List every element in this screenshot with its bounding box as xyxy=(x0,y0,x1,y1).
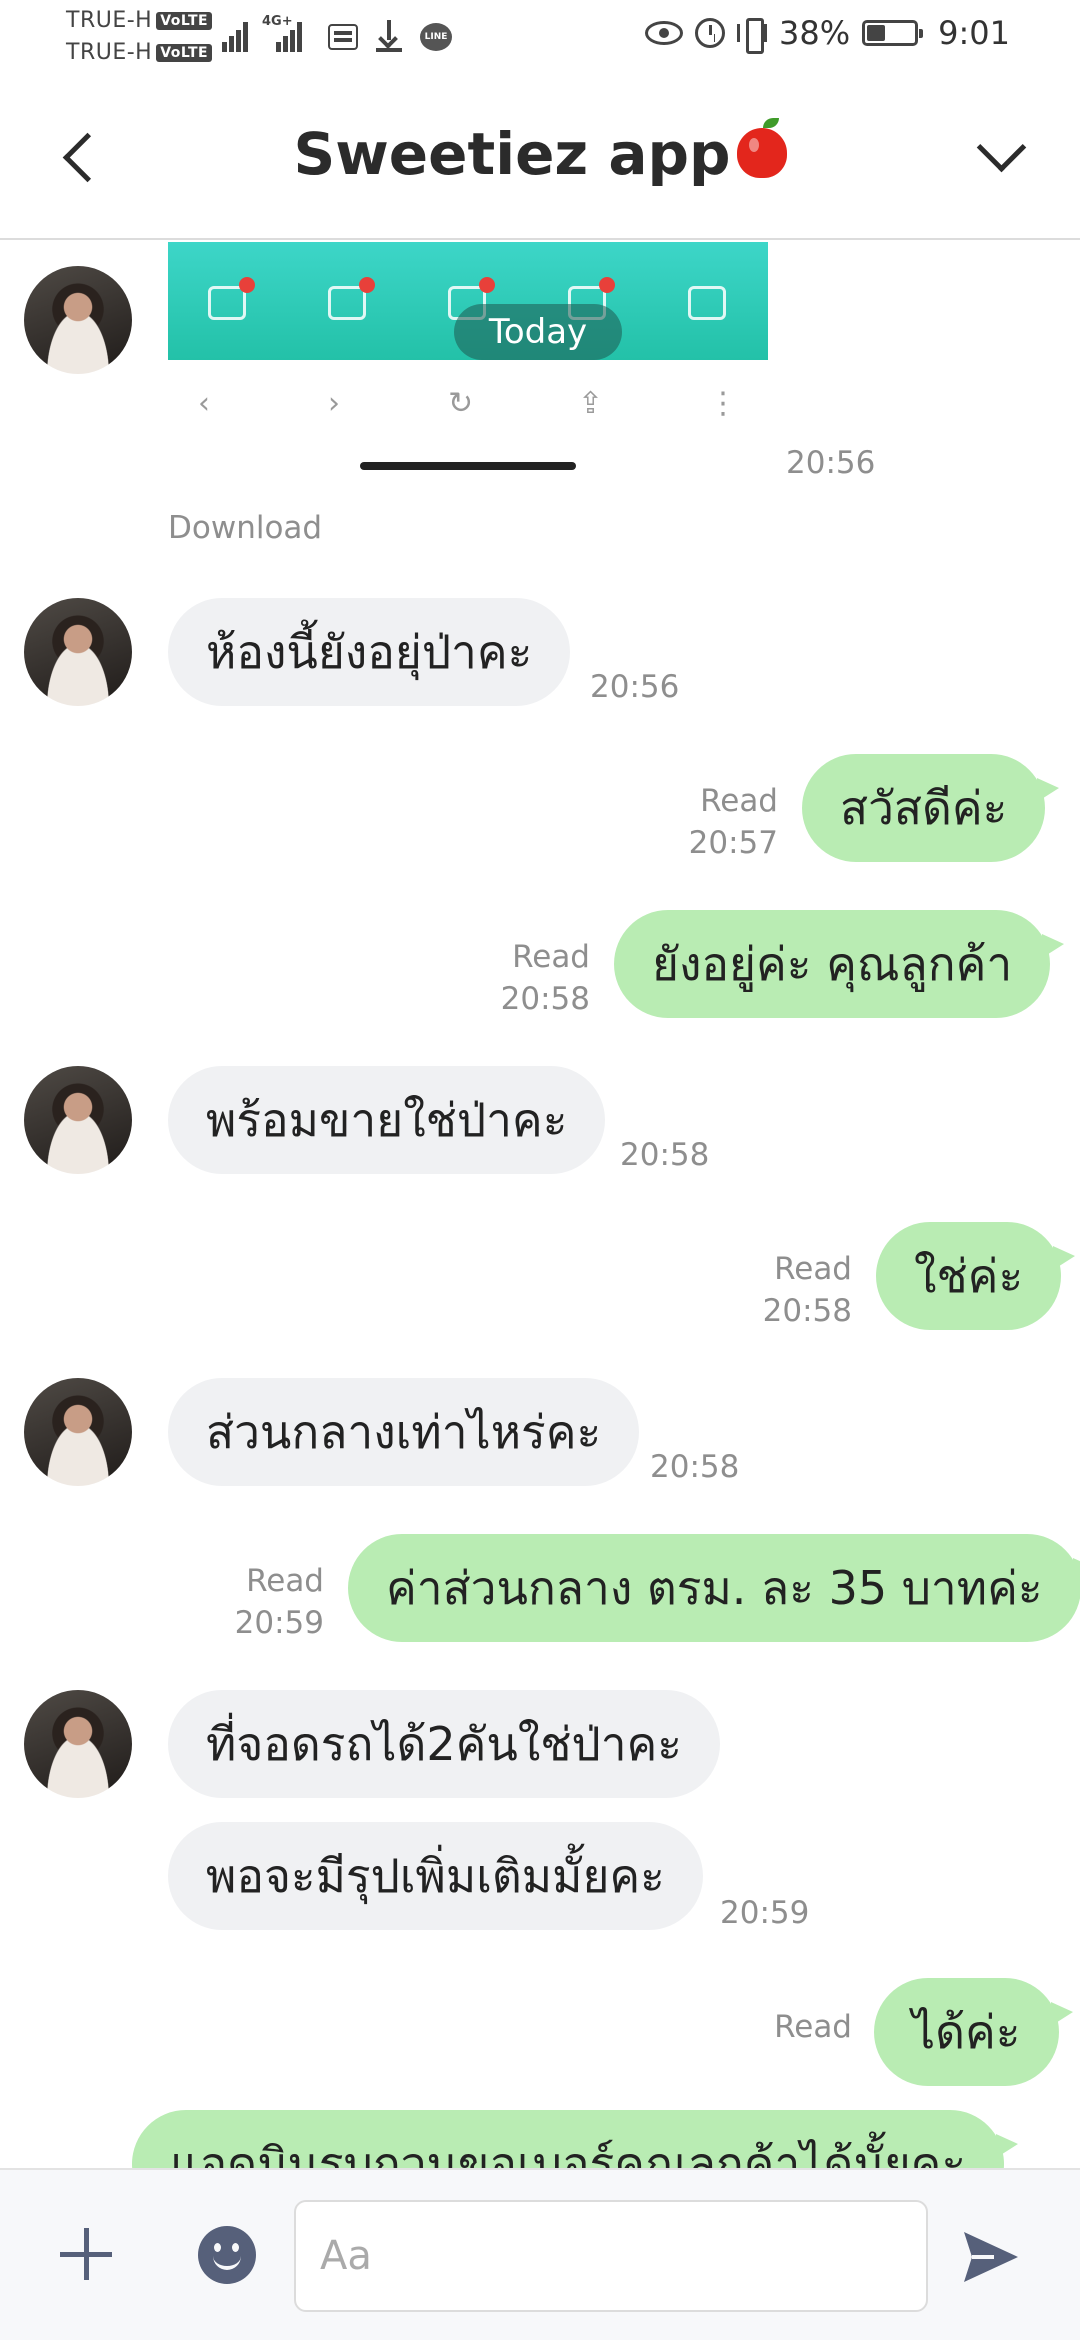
message-time: 20:58 xyxy=(762,1293,852,1329)
message-time: 20:58 xyxy=(500,981,590,1017)
message-time: 20:57 xyxy=(688,825,778,861)
message-bubble-incoming[interactable]: ส่วนกลางเท่าไหร่คะ xyxy=(168,1378,640,1486)
message-time: 20:56 xyxy=(590,669,680,705)
chevron-down-icon[interactable] xyxy=(970,126,1030,186)
avatar[interactable] xyxy=(24,598,132,706)
message-bubble-incoming[interactable]: ที่จอดรถได้2คันใช่ป่าคะ xyxy=(168,1690,721,1798)
chat-header: Sweetiez app xyxy=(0,76,1080,240)
message-bubble-outgoing[interactable]: ค่าส่วนกลาง ตรม. ละ 35 บาทค่ะ xyxy=(348,1534,1080,1642)
battery-percent: 38% xyxy=(779,14,851,52)
add-icon[interactable] xyxy=(58,2226,114,2282)
avatar[interactable] xyxy=(24,1066,132,1174)
notification-icon xyxy=(328,24,358,50)
clock: 9:01 xyxy=(938,14,1010,52)
avatar[interactable] xyxy=(24,1690,132,1798)
date-separator: Today xyxy=(454,304,622,360)
battery-icon xyxy=(862,20,924,46)
signal-icon xyxy=(222,18,252,52)
send-icon[interactable] xyxy=(960,2226,1022,2288)
status-bar: TRUE-H VoLTE TRUE-H VoLTE 4G+ LINE 38% 9:0… xyxy=(0,0,1080,76)
emoji-icon[interactable] xyxy=(198,2226,256,2284)
input-bar xyxy=(0,2168,1080,2340)
message-bubble-outgoing[interactable]: ได้ค่ะ xyxy=(874,1978,1072,2086)
read-receipt: Read xyxy=(774,2009,852,2045)
download-icon xyxy=(374,20,404,54)
message-bubble-incoming[interactable]: พอจะมีรุปเพิ่มเติมมั้ยคะ xyxy=(168,1822,703,1930)
avatar[interactable] xyxy=(24,1378,132,1486)
message-time: 20:56 xyxy=(786,445,876,481)
alarm-icon xyxy=(695,18,726,48)
message-time: 20:58 xyxy=(650,1449,740,1485)
eye-icon xyxy=(645,21,684,45)
message-bubble-incoming[interactable]: พร้อมขายใช่ป่าคะ xyxy=(168,1066,606,1174)
apple-emoji-icon xyxy=(736,118,787,178)
image-message[interactable]: ‹ › ↻ ⇪ ⋮ xyxy=(168,242,768,472)
avatar[interactable] xyxy=(24,266,132,374)
read-receipt: Read xyxy=(700,783,778,819)
message-input[interactable] xyxy=(294,2200,928,2312)
vibrate-icon xyxy=(737,18,767,54)
message-time: 20:58 xyxy=(620,1137,710,1173)
message-bubble-outgoing[interactable]: สวัสดีค่ะ xyxy=(802,754,1060,862)
line-app-icon: LINE xyxy=(420,23,452,51)
chat-area[interactable]: ‹ › ↻ ⇪ ⋮ Today 20:56 Download ห้องนี้ยังอยุ… xyxy=(0,242,1080,2168)
message-time: 20:59 xyxy=(720,1895,810,1931)
message-bubble-outgoing[interactable]: ยังอยู่ค่ะ คุณลูกค้า xyxy=(614,910,1065,1018)
download-link[interactable]: Download xyxy=(168,510,322,546)
read-receipt: Read xyxy=(512,939,590,975)
carrier-sim2: TRUE-H VoLTE xyxy=(66,40,213,65)
message-bubble-outgoing[interactable]: แอดมินรบกวนขอเบอร์คุณลูกค้าได้มั้ยคะ xyxy=(132,2110,1019,2168)
read-receipt: Read xyxy=(246,1563,324,1599)
chat-title: Sweetiez app xyxy=(0,118,1080,188)
message-bubble-incoming[interactable]: ห้องนี้ยังอยุ่ป่าคะ xyxy=(168,598,571,706)
message-bubble-outgoing[interactable]: ใช่ค่ะ xyxy=(876,1222,1076,1330)
signal-4g-icon: 4G+ xyxy=(262,14,312,52)
message-time: 20:59 xyxy=(234,1605,324,1641)
carrier-sim1: TRUE-H VoLTE xyxy=(66,8,213,33)
read-receipt: Read xyxy=(774,1251,852,1287)
